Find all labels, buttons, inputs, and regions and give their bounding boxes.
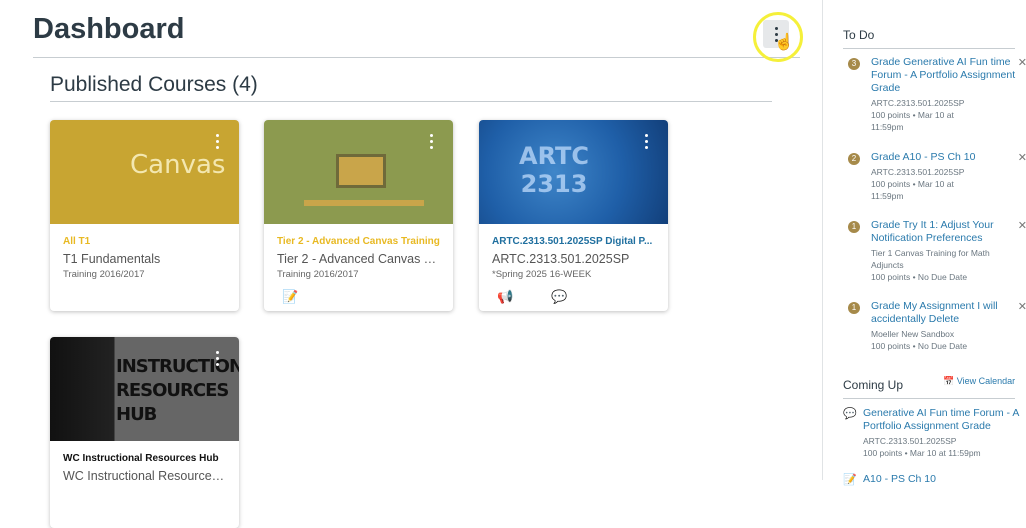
todo-count-badge: 1 — [848, 221, 860, 233]
card-options-icon[interactable] — [430, 134, 433, 149]
course-nickname[interactable]: Tier 2 - Advanced Canvas Training — [277, 236, 442, 247]
course-card[interactable]: INSTRUCTIONAL RESOURCES HUB WC Instructi… — [50, 337, 239, 528]
coming-up-item[interactable]: 💬 Generative AI Fun time Forum - A Portf… — [843, 407, 1023, 459]
header-divider — [33, 57, 800, 58]
todo-item[interactable]: 3 Grade Generative AI Fun time Forum - A… — [848, 56, 1026, 133]
coming-up-title: Coming Up — [843, 378, 904, 392]
todo-link[interactable]: Grade My Assignment I will accidentally … — [871, 300, 1019, 326]
coming-up-divider — [843, 398, 1015, 399]
card-options-icon[interactable] — [216, 351, 219, 366]
course-card[interactable]: ARTC 2313 ARTC.2313.501.2025SP Digital P… — [479, 120, 668, 311]
dismiss-icon[interactable]: ✕ — [1018, 300, 1026, 313]
course-code: T1 Fundamentals — [63, 252, 161, 266]
course-card[interactable]: Tier 2 - Advanced Canvas Training Tier 2… — [264, 120, 453, 311]
todo-course: ARTC.2313.501.2025SP — [871, 167, 965, 177]
course-nickname[interactable]: WC Instructional Resources Hub — [63, 453, 228, 464]
todo-item[interactable]: 1 Grade Try It 1: Adjust Your Notificati… — [848, 219, 1026, 283]
card-options-icon[interactable] — [645, 134, 648, 149]
section-title: Published Courses (4) — [50, 73, 258, 96]
course-card-image[interactable]: Canvas — [50, 120, 239, 224]
card-options-icon[interactable] — [216, 134, 219, 149]
todo-item[interactable]: 2 Grade A10 - PS Ch 10 ARTC.2313.501.202… — [848, 151, 1026, 202]
course-term: *Spring 2025 16-WEEK — [492, 269, 592, 280]
todo-count-badge: 1 — [848, 302, 860, 314]
todo-meta: 100 points • Mar 10 at 11:59pm — [871, 179, 954, 201]
course-image-text: Canvas — [130, 150, 226, 180]
course-term: Training 2016/2017 — [63, 269, 145, 280]
discussion-icon: 💬 — [843, 408, 857, 420]
course-card-image[interactable]: ARTC 2313 — [479, 120, 668, 224]
course-image-text: INSTRUCTIONAL RESOURCES HUB — [116, 356, 239, 425]
section-divider — [50, 101, 772, 102]
todo-link[interactable]: Grade Try It 1: Adjust Your Notification… — [871, 219, 1019, 245]
assignments-icon[interactable]: 📝 — [282, 289, 298, 305]
view-calendar-link[interactable]: 📅 View Calendar — [943, 376, 1015, 387]
hand-cursor-icon: ☝ — [774, 34, 794, 51]
todo-course: Moeller New Sandbox — [871, 329, 955, 339]
view-calendar-label: View Calendar — [956, 376, 1016, 386]
todo-divider — [843, 48, 1015, 49]
todo-meta: 100 points • Mar 10 at 11:59pm — [871, 110, 954, 132]
course-code: ARTC.2313.501.2025SP — [492, 252, 630, 266]
todo-link[interactable]: Grade A10 - PS Ch 10 — [871, 151, 1019, 164]
dismiss-icon[interactable]: ✕ — [1018, 219, 1026, 232]
announcements-icon[interactable]: 📢 — [497, 289, 513, 305]
course-nickname[interactable]: All T1 — [63, 236, 228, 247]
dismiss-icon[interactable]: ✕ — [1018, 56, 1026, 69]
todo-course: Tier 1 Canvas Training for Math Adjuncts — [871, 248, 990, 270]
todo-meta: 100 points • No Due Date — [871, 341, 968, 351]
course-code: WC Instructional Resources H... — [63, 469, 228, 483]
calendar-icon: 📅 — [943, 376, 955, 386]
page-title: Dashboard — [33, 13, 185, 45]
todo-title: To Do — [843, 28, 875, 42]
todo-item[interactable]: 1 Grade My Assignment I will accidentall… — [848, 300, 1026, 352]
todo-count-badge: 2 — [848, 153, 860, 165]
todo-meta: 100 points • No Due Date — [871, 272, 968, 282]
course-card-image[interactable]: INSTRUCTIONAL RESOURCES HUB — [50, 337, 239, 441]
course-term: Training 2016/2017 — [277, 269, 359, 280]
coming-up-meta: 100 points • Mar 10 at 11:59pm — [863, 448, 981, 458]
dismiss-icon[interactable]: ✕ — [1018, 151, 1026, 164]
todo-link[interactable]: Grade Generative AI Fun time Forum - A P… — [871, 56, 1019, 95]
coming-up-link[interactable]: Generative AI Fun time Forum - A Portfol… — [863, 407, 1023, 433]
course-nickname[interactable]: ARTC.2313.501.2025SP Digital P... — [492, 236, 657, 247]
course-image-text: ARTC 2313 — [519, 142, 589, 198]
todo-count-badge: 3 — [848, 58, 860, 70]
right-sidebar: To Do 3 Grade Generative AI Fun time For… — [822, 0, 1026, 486]
todo-course: ARTC.2313.501.2025SP — [871, 98, 965, 108]
coming-up-course: ARTC.2313.501.2025SP — [863, 436, 957, 446]
course-card-image[interactable] — [264, 120, 453, 224]
course-code: Tier 2 - Advanced Canvas Trai... — [277, 252, 442, 266]
course-card[interactable]: Canvas All T1 T1 Fundamentals Training 2… — [50, 120, 239, 311]
discussions-icon[interactable]: 💬 — [551, 289, 567, 305]
